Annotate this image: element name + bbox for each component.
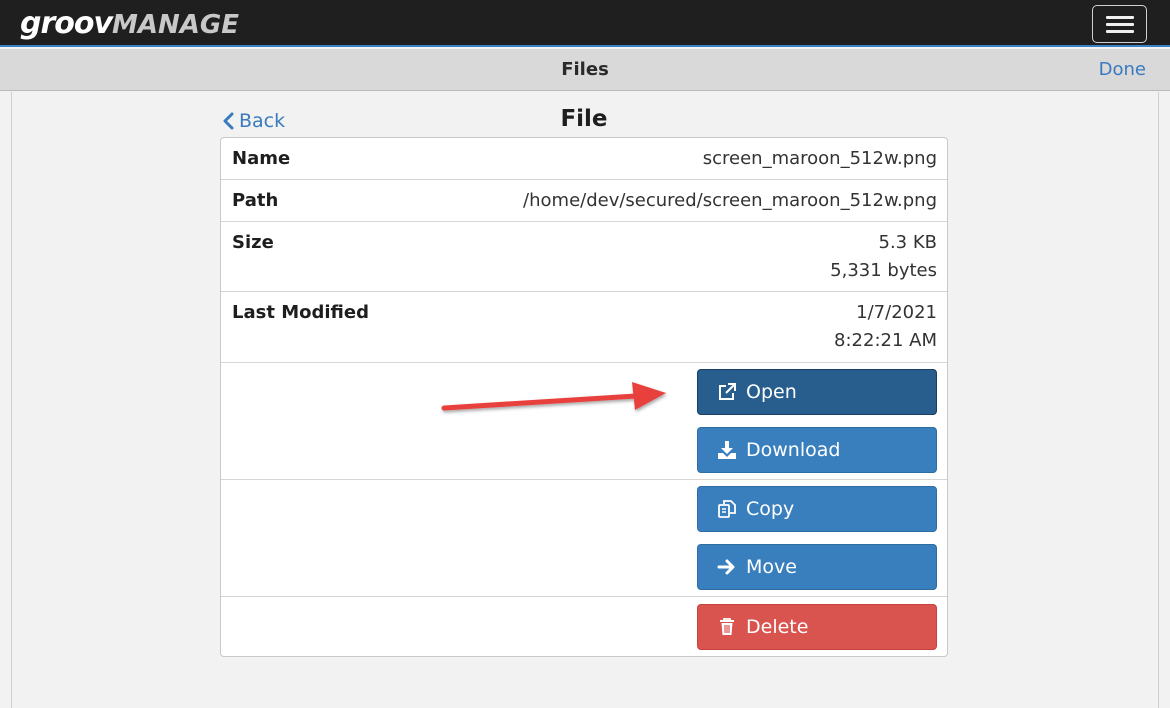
title-bar: Files Done	[0, 49, 1170, 91]
delete-button[interactable]: Delete	[697, 604, 937, 650]
open-label: Open	[746, 381, 797, 403]
external-link-icon	[719, 383, 736, 400]
trash-icon	[720, 618, 734, 635]
page-title: Files	[561, 59, 609, 80]
delete-label: Delete	[746, 616, 809, 638]
path-value: /home/dev/secured/screen_maroon_512w.png	[523, 190, 937, 211]
move-button[interactable]: Move	[697, 544, 937, 590]
top-navbar: groov MANAGE	[0, 0, 1170, 47]
path-label: Path	[232, 190, 279, 211]
open-button[interactable]: Open	[697, 369, 937, 415]
file-heading: File	[560, 106, 608, 132]
last-modified-value: 1/7/2021 8:22:21 AM	[834, 299, 937, 355]
size-row: Size 5.3 KB 5,331 bytes	[221, 222, 947, 292]
done-button[interactable]: Done	[1099, 59, 1146, 80]
delete-row: Delete	[221, 597, 947, 656]
download-button[interactable]: Download	[697, 427, 937, 473]
move-label: Move	[746, 556, 797, 578]
arrow-right-icon	[717, 559, 735, 575]
copy-move-row: Copy Move	[221, 480, 947, 597]
hamburger-icon-bar	[1106, 30, 1134, 33]
modified-date: 1/7/2021	[856, 302, 937, 323]
last-modified-row: Last Modified 1/7/2021 8:22:21 AM	[221, 292, 947, 363]
path-row: Path /home/dev/secured/screen_maroon_512…	[221, 180, 947, 222]
copy-button[interactable]: Copy	[697, 486, 937, 532]
annotation-arrow-icon	[441, 382, 666, 411]
size-bytes: 5,331 bytes	[830, 260, 937, 281]
size-label: Size	[232, 232, 274, 253]
modified-time: 8:22:21 AM	[834, 330, 937, 351]
copy-icon	[718, 500, 736, 518]
name-row: Name screen_maroon_512w.png	[221, 138, 947, 180]
hamburger-icon	[1106, 16, 1134, 19]
logo-text-manage: MANAGE	[112, 10, 240, 40]
hamburger-icon-bar	[1106, 23, 1134, 26]
name-label: Name	[232, 148, 291, 169]
download-label: Download	[746, 439, 841, 461]
logo-text-groov: groov	[20, 6, 113, 41]
size-value: 5.3 KB 5,331 bytes	[830, 229, 937, 285]
groov-manage-logo: groov MANAGE	[20, 6, 240, 41]
hamburger-menu-button[interactable]	[1092, 5, 1147, 43]
copy-label: Copy	[746, 498, 795, 520]
last-modified-label: Last Modified	[232, 302, 369, 323]
name-value: screen_maroon_512w.png	[702, 148, 937, 169]
size-kb: 5.3 KB	[878, 232, 938, 253]
download-icon	[718, 441, 736, 459]
